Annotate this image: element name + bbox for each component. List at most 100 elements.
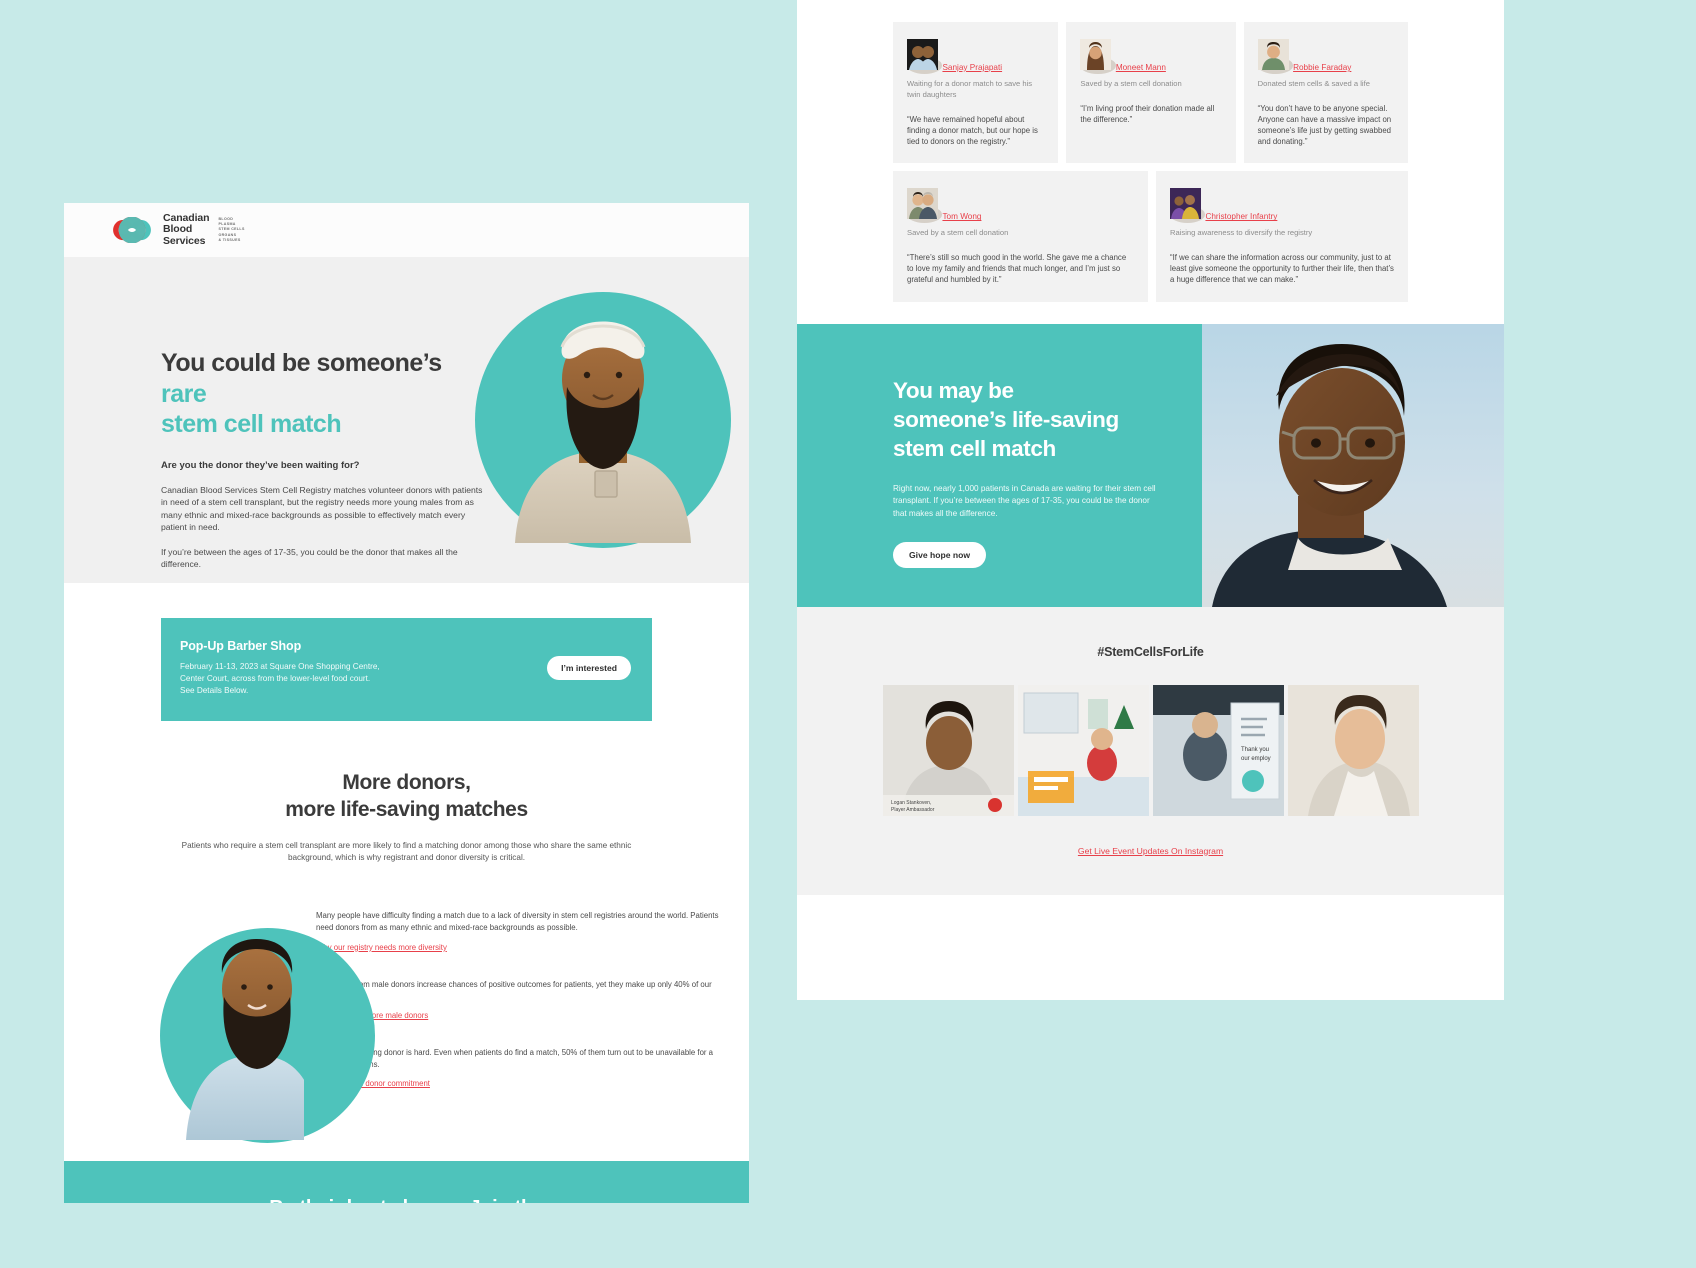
testimonial-card[interactable]: Tom Wong Saved by a stem cell donation “… <box>893 171 1148 302</box>
testimonial-quote: “I’m living proof their donation made al… <box>1080 103 1215 124</box>
testimonial-name-link[interactable]: Moneet Mann <box>1116 63 1166 72</box>
instagram-tile-caption-line1: Logan Stankoven, <box>891 800 931 806</box>
instagram-tile[interactable]: Thank you our employ <box>1152 684 1284 816</box>
diversity-block: Many people have difficulty finding a ma… <box>316 910 727 954</box>
instagram-tile-caption-line2: Player Ambassador <box>891 807 935 813</box>
male-donors-block-text: Stem cells from male donors increase cha… <box>316 979 712 1001</box>
rp-heading-line-1: You may be <box>893 377 1014 403</box>
testimonial-role: Saved by a stem cell donation <box>907 228 1009 238</box>
life-saving-match-hero: You may be someone’s life-saving stem ce… <box>797 323 1504 607</box>
instagram-tile[interactable] <box>1287 684 1419 816</box>
hero-promo-gap <box>64 583 749 618</box>
testimonial-row-2: Tom Wong Saved by a stem cell donation “… <box>797 171 1504 302</box>
promo-line-1: February 11-13, 2023 at Square One Shopp… <box>180 662 380 671</box>
logo-sub-organs: ORGANS <box>218 232 237 237</box>
testimonial-row-1: Sanjay Prajapati Waiting for a donor mat… <box>797 22 1504 164</box>
logo-line-2: Blood <box>163 223 193 236</box>
hero-heading-accent-rare: rare <box>161 379 207 408</box>
testimonial-role: Raising awareness to diversify the regis… <box>1170 228 1313 238</box>
more-donors-heading: More donors, more life-saving matches <box>64 769 749 824</box>
logo-subservices: BLOOD PLASMA STEM CELLS ORGANS & TISSUES <box>218 217 244 244</box>
woman-portrait-avatar-icon <box>1080 39 1116 74</box>
logo-line-3: Services <box>163 234 206 247</box>
logo-sub-blood: BLOOD <box>218 216 234 221</box>
twin-daughters-avatar-icon <box>907 39 943 74</box>
testimonial-card[interactable]: Sanjay Prajapati Waiting for a donor mat… <box>893 22 1059 164</box>
male-donors-block: Stem cells from male donors increase cha… <box>316 979 727 1023</box>
promo-title: Pop-Up Barber Shop <box>180 639 302 653</box>
canvas: Canadian Blood Services BLOOD PLASMA STE… <box>0 0 1696 1268</box>
more-donors-lead: Patients who require a stem cell transpl… <box>167 840 647 865</box>
testimonial-card[interactable]: Robbie Faraday Donated stem cells & save… <box>1243 22 1409 164</box>
left-page-mockup: Canadian Blood Services BLOOD PLASMA STE… <box>64 203 749 1203</box>
why-registry-needs-diversity-link[interactable]: Why our registry needs more diversity <box>316 943 447 952</box>
hero-heading: You could be someone’s rare stem cell mat… <box>161 348 491 440</box>
hero-photo <box>475 280 731 548</box>
hero-paragraph-2: If you’re between the ages of 17-35, you… <box>161 546 458 570</box>
life-saving-match-heading: You may be someone’s life-saving stem ce… <box>893 376 1162 464</box>
im-interested-button[interactable]: I’m interested <box>547 656 631 681</box>
promo-line-2: Center Court, across from the lower-leve… <box>180 674 371 684</box>
hero-subheading: Are you the donor they’ve been waiting f… <box>161 459 360 471</box>
rp-heading-line-3: stem cell match <box>893 436 1056 462</box>
rp-heading-line-2: someone’s life-saving <box>893 406 1119 432</box>
hero-copy: You could be someone’s rare stem cell mat… <box>161 348 491 583</box>
join-registry-line-1: Be their best chance. Join the <box>269 1197 544 1203</box>
canadian-blood-services-logo[interactable]: Canadian Blood Services BLOOD PLASMA STE… <box>110 212 245 247</box>
hero-heading-part1: You could be someone’s <box>161 349 442 377</box>
couple-avatar-icon <box>907 188 943 224</box>
testimonial-card[interactable]: Christopher Infantry Raising awareness t… <box>1156 171 1408 302</box>
instagram-social-section: #StemCellsForLife Logan Stankoven, Playe… <box>797 606 1504 895</box>
right-page-mockup: Sanjay Prajapati Waiting for a donor mat… <box>797 0 1504 1000</box>
diversity-two-column: Many people have difficulty finding a ma… <box>64 910 749 1145</box>
promo-details: February 11-13, 2023 at Square One Shopp… <box>180 661 380 697</box>
testimonial-cards-region: Sanjay Prajapati Waiting for a donor mat… <box>797 0 1504 324</box>
young-man-avatar-icon <box>1257 39 1294 74</box>
testimonial-quote: “We have remained hopeful about finding … <box>907 114 1038 146</box>
life-saving-match-copy: You may be someone’s life-saving stem ce… <box>797 323 1202 607</box>
group-purple-avatar-icon <box>1170 188 1206 224</box>
join-registry-band: Be their best chance. Join the registry … <box>64 1161 749 1203</box>
hero-paragraph-1: Canadian Blood Services Stem Cell Regist… <box>161 484 483 533</box>
give-hope-now-button[interactable]: Give hope now <box>893 541 987 568</box>
promo-text: Pop-Up Barber Shop February 11-13, 2023 … <box>180 639 380 697</box>
logo-line-1: Canadian <box>163 212 210 224</box>
hero-heading-accent-match: stem cell match <box>161 410 342 438</box>
svg-text:Thank you: Thank you <box>1241 747 1269 753</box>
logo-wordmark: Canadian Blood Services <box>163 212 210 247</box>
testimonial-name-link[interactable]: Robbie Faraday <box>1293 63 1351 72</box>
testimonial-name-link[interactable]: Sanjay Prajapati <box>942 63 1002 72</box>
join-registry-heading: Be their best chance. Join the registry … <box>64 1195 749 1203</box>
promo-line-3: See Details Below. <box>180 686 249 696</box>
testimonial-role: Saved by a stem cell donation <box>1080 79 1182 88</box>
commitment-block-text: Finding a matching donor is hard. Even w… <box>316 1048 714 1069</box>
commitment-block: Finding a matching donor is hard. Even w… <box>316 1047 727 1091</box>
svg-text:our employ: our employ <box>1241 756 1271 762</box>
testimonial-name-link[interactable]: Tom Wong <box>942 212 981 221</box>
bearded-man-photo <box>64 905 320 1145</box>
hashtag-heading: #StemCellsForLife <box>1097 644 1204 659</box>
bearded-man-photo-column <box>64 910 375 1145</box>
testimonial-role: Donated stem cells & saved a life <box>1257 79 1370 88</box>
smiling-man-with-glasses-photo <box>1202 323 1504 607</box>
life-saving-match-paragraph: Right now, nearly 1,000 patients in Cana… <box>893 484 1156 518</box>
testimonial-quote: “You don’t have to be anyone special. An… <box>1257 103 1392 147</box>
instagram-updates-link[interactable]: Get Live Event Updates On Instagram <box>1078 846 1223 856</box>
logo-sub-plasma: PLASMA <box>218 221 236 226</box>
testimonial-card[interactable]: Moneet Mann Saved by a stem cell donatio… <box>1066 22 1236 164</box>
instagram-tile-grid: Logan Stankoven, Player Ambassador Thank… <box>797 684 1504 816</box>
instagram-tile[interactable]: Logan Stankoven, Player Ambassador <box>882 684 1014 816</box>
more-donors-heading-line2: more life-saving matches <box>285 798 528 822</box>
infinity-logo-icon <box>110 216 154 244</box>
instagram-tile[interactable] <box>1017 684 1149 816</box>
more-donors-section: More donors, more life-saving matches Pa… <box>64 721 749 1146</box>
logo-sub-stemcells: STEM CELLS <box>218 227 245 232</box>
testimonial-quote: “If we can share the information across … <box>1170 253 1394 285</box>
lead-line-1: Patients who require a stem cell transpl… <box>181 840 532 850</box>
turbaned-man-photo <box>475 275 731 548</box>
testimonial-name-link[interactable]: Christopher Infantry <box>1205 212 1277 221</box>
logo-sub-tissues: & TISSUES <box>218 238 241 243</box>
testimonial-quote: “There’s still so much good in the world… <box>907 253 1127 285</box>
site-header: Canadian Blood Services BLOOD PLASMA STE… <box>64 203 749 258</box>
hero-section: You could be someone’s rare stem cell mat… <box>64 258 749 583</box>
